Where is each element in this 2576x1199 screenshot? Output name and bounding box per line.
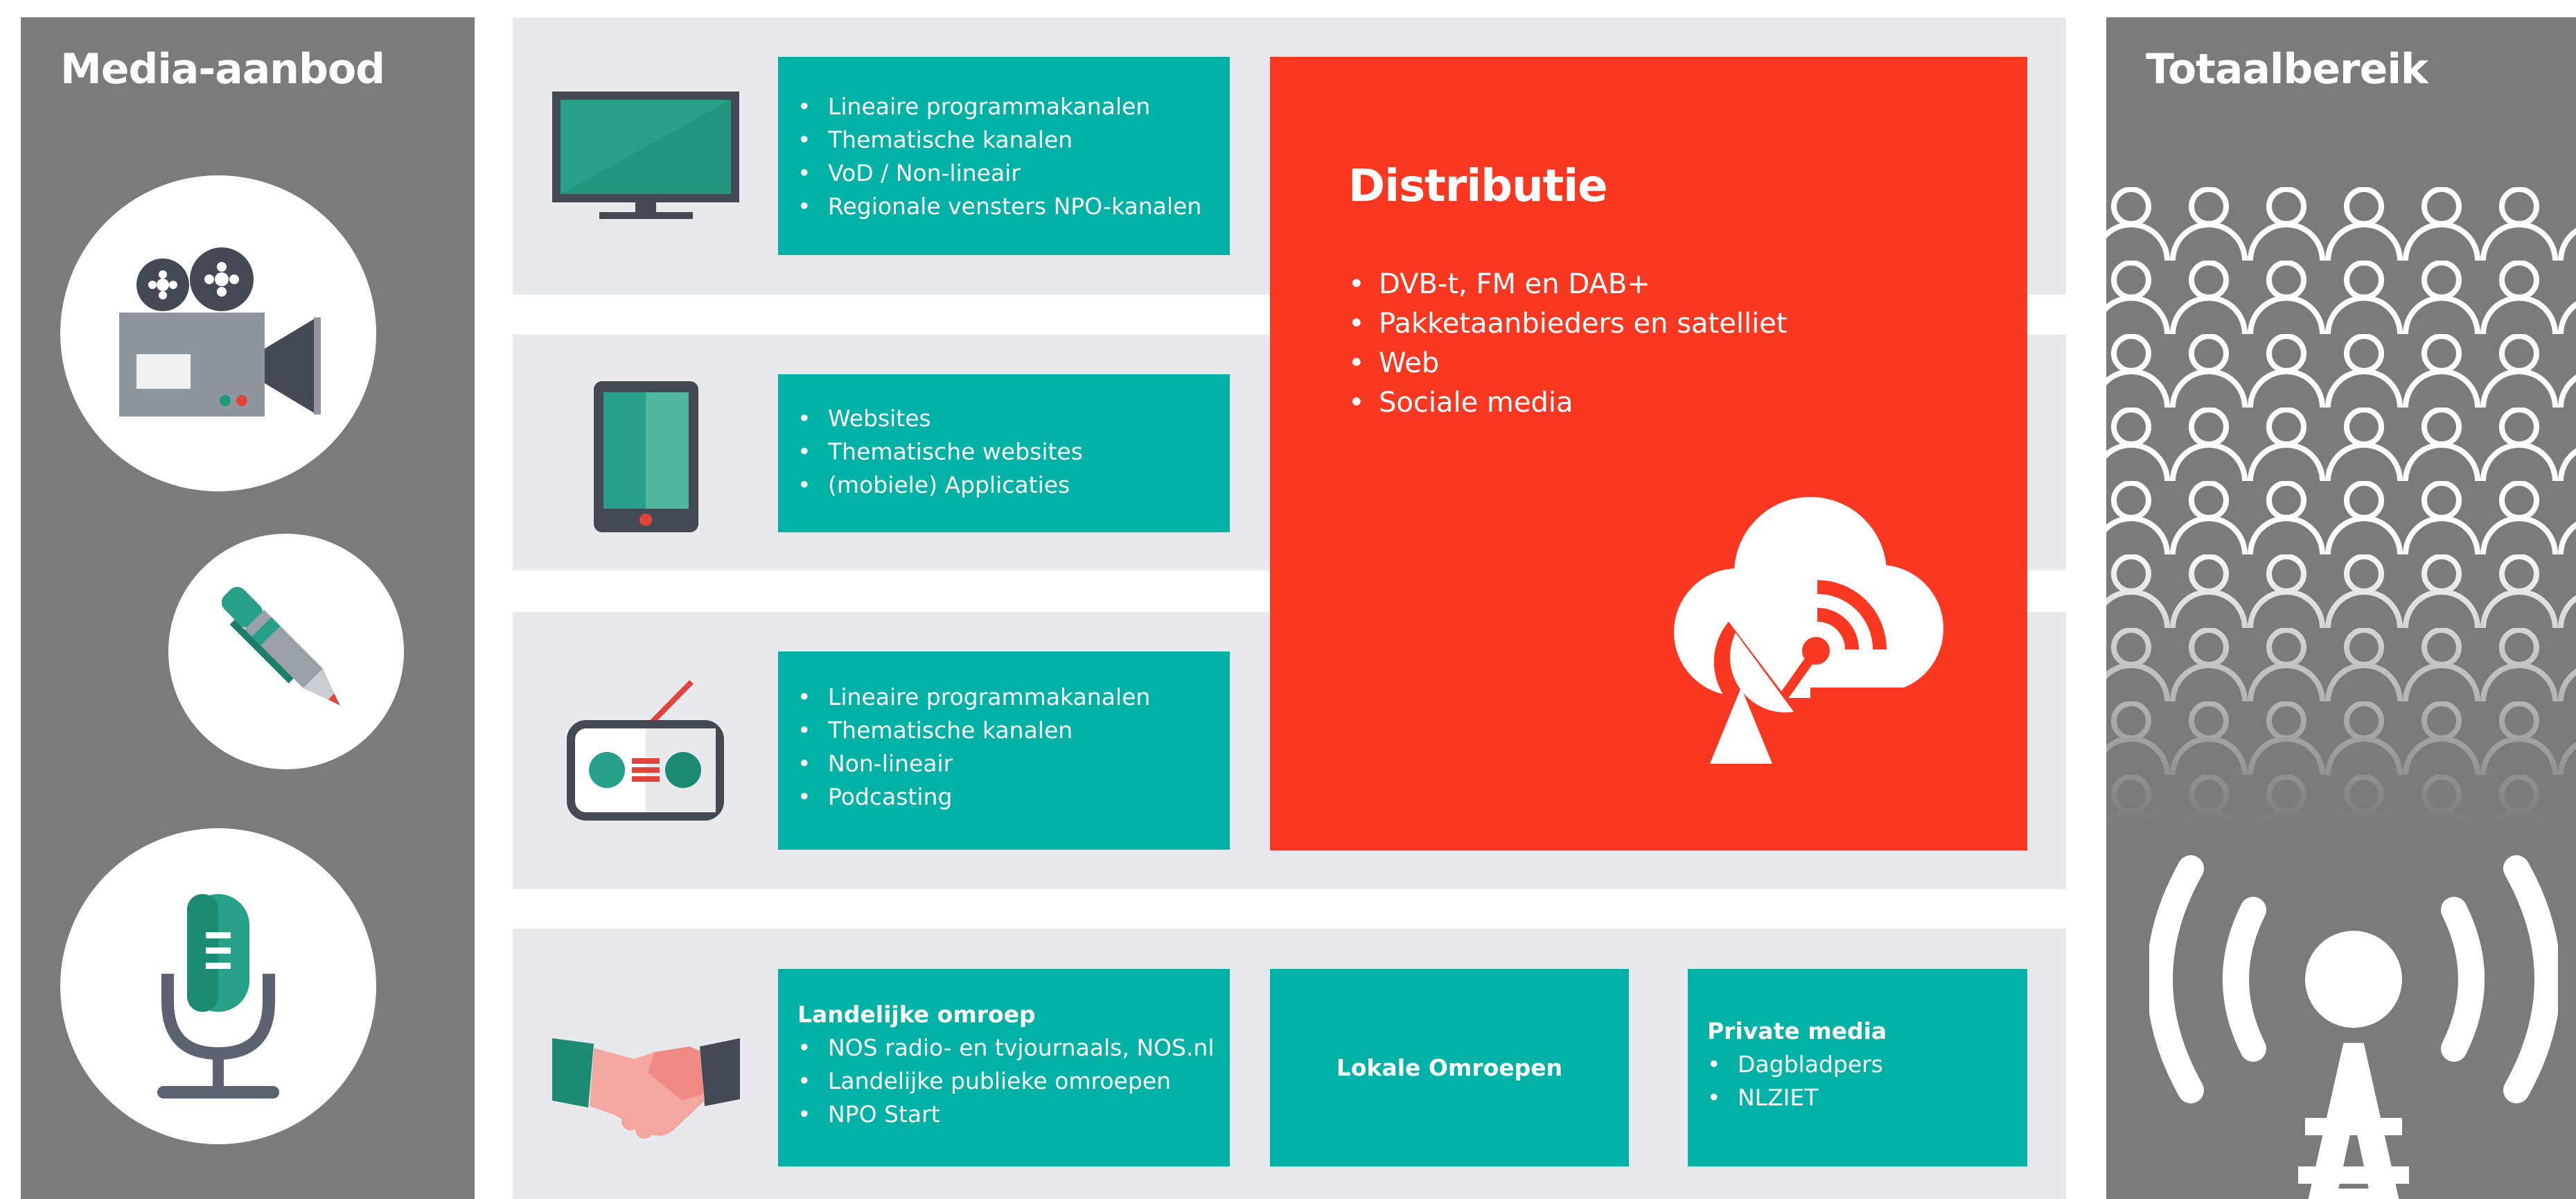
- list-item: Regionale vensters NPO-kanalen: [797, 190, 1230, 223]
- list-item: Websites: [797, 402, 1230, 435]
- list-item: Non-lineair: [797, 747, 1230, 780]
- radio-icon: [567, 680, 724, 821]
- pen-icon: [221, 586, 340, 706]
- private-media-box: Private media Dagbladpers NLZIET: [1688, 969, 2027, 1166]
- media-aanbod-title: Media-aanbod: [60, 45, 385, 94]
- mobile-content-box: Websites Thematische websites (mobiele) …: [778, 374, 1230, 532]
- list-item: Lineaire programmakanalen: [797, 681, 1230, 714]
- totaalbereik-title: Totaalbereik: [2146, 45, 2428, 94]
- list-item: NOS radio- en tvjournaals, NOS.nl: [797, 1031, 1230, 1065]
- private-media-title: Private media: [1707, 1017, 1887, 1044]
- landelijke-omroep-box: Landelijke omroep NOS radio- en tvjourna…: [778, 969, 1230, 1166]
- list-item: Landelijke publieke omroepen: [797, 1065, 1230, 1098]
- cloud-satellite-icon: [1674, 497, 1949, 764]
- list-item: Dagbladpers: [1707, 1048, 2027, 1081]
- list-item: Lineaire programmakanalen: [797, 90, 1230, 123]
- list-item: Thematische kanalen: [797, 714, 1230, 747]
- list-item: VoD / Non-lineair: [797, 157, 1230, 190]
- lokale-omroepen-title: Lokale Omroepen: [1336, 1054, 1563, 1081]
- distributie-title: Distributie: [1348, 161, 1608, 212]
- list-item: Podcasting: [797, 780, 1230, 814]
- totaalbereik-panel: Totaalbereik: [2106, 17, 2576, 1199]
- list-item: Thematische kanalen: [797, 123, 1230, 157]
- landelijke-omroep-title: Landelijke omroep: [797, 1001, 1036, 1028]
- distributie-list: DVB-t, FM en DAB+ Pakketaanbieders en sa…: [1348, 265, 1787, 423]
- microphone-circle: [60, 828, 376, 1144]
- list-item: NPO Start: [797, 1098, 1230, 1131]
- list-item: Sociale media: [1348, 383, 1787, 423]
- media-aanbod-panel: Media-aanbod: [21, 17, 475, 1199]
- tv-content-box: Lineaire programmakanalen Thematische ka…: [778, 57, 1230, 255]
- film-camera-icon: [119, 247, 321, 417]
- list-item: DVB-t, FM en DAB+: [1348, 265, 1787, 304]
- lokale-omroepen-box: Lokale Omroepen: [1270, 969, 1629, 1166]
- radio-content-box: Lineaire programmakanalen Thematische ka…: [778, 651, 1230, 850]
- list-item: NLZIET: [1707, 1081, 2027, 1114]
- handshake-icon: [552, 1038, 740, 1139]
- microphone-icon: [157, 894, 279, 1099]
- pen-circle: [168, 534, 404, 769]
- list-item: Web: [1348, 344, 1787, 383]
- list-item: Pakketaanbieders en satelliet: [1348, 304, 1787, 344]
- list-item: Thematische websites: [797, 435, 1230, 469]
- film-camera-circle: [60, 175, 376, 491]
- tablet-icon: [594, 381, 698, 532]
- list-item: (mobiele) Applicaties: [797, 469, 1230, 502]
- distributie-box: Distributie DVB-t, FM en DAB+ Pakketaanb…: [1270, 57, 2027, 850]
- audience-icon: [2106, 187, 2576, 825]
- broadcast-tower-icon: [2149, 855, 2558, 1199]
- tv-icon: [552, 91, 739, 219]
